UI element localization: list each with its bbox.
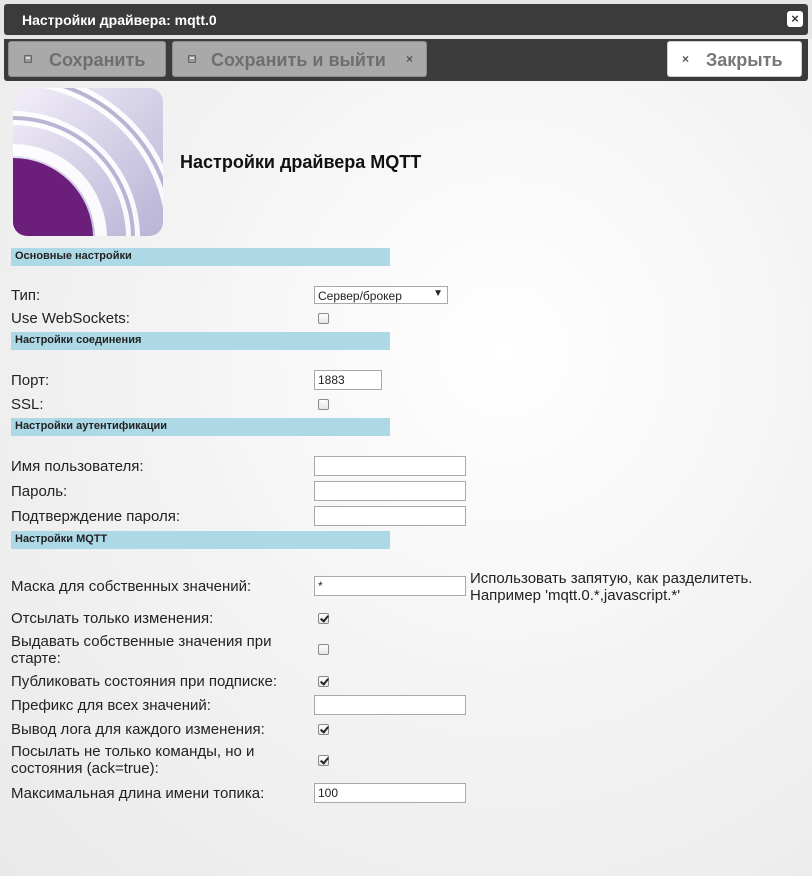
page-title: Настройки драйвера MQTT [180,152,422,172]
floppy-disk-icon [188,55,196,63]
prefix-input[interactable] [314,695,466,715]
only-changes-checkbox[interactable] [318,613,329,624]
close-icon: × [682,52,690,66]
section-mqtt-settings: Настройки MQTT [11,531,390,549]
window-title: Настройки драйвера: mqtt.0 [22,12,217,28]
section-auth-settings-title: Настройки аутентификации [15,420,168,432]
port-input[interactable] [314,370,382,390]
driver-settings-dialog: Настройки драйвера: mqtt.0 × Сохранить С… [0,0,812,876]
title-bar: Настройки драйвера: mqtt.0 × [0,0,812,39]
save-button-label: Сохранить [49,50,146,70]
password-confirm-label: Подтверждение пароля: [11,508,181,525]
chevron-down-icon: ▼ [433,288,443,299]
ssl-checkbox[interactable] [318,399,329,410]
section-connection-settings: Настройки соединения [11,332,390,350]
mask-input[interactable] [314,576,466,596]
port-label: Порт: [11,372,50,389]
mask-hint: Использовать запятую, как разделитеть. Н… [470,570,753,604]
password-label: Пароль: [11,483,68,500]
initial-values-label: Выдавать собственные значения при старте… [11,633,272,667]
section-connection-settings-title: Настройки соединения [15,334,142,346]
max-topic-length-label: Максимальная длина имени топика: [11,785,265,802]
username-input[interactable] [314,456,466,476]
title-bar-inner: Настройки драйвера: mqtt.0 × [4,4,808,35]
send-ack-states-checkbox[interactable] [318,755,329,766]
prefix-label: Префикс для всех значений: [11,697,211,714]
save-and-exit-button-label: Сохранить и выйти [211,50,386,70]
close-icon: × [406,52,414,66]
close-button-label: Закрыть [706,50,783,70]
send-ack-states-label: Посылать не только команды, но и состоян… [11,743,255,777]
toolbar: Сохранить Сохранить и выйти × × Закрыть [4,39,808,81]
initial-values-checkbox[interactable] [318,644,329,655]
publish-on-subscribe-checkbox[interactable] [318,676,329,687]
username-label: Имя пользователя: [11,458,144,475]
section-mqtt-settings-title: Настройки MQTT [15,533,108,545]
save-button[interactable]: Сохранить [8,41,166,77]
section-main-settings: Основные настройки [11,248,390,266]
type-select[interactable]: Сервер/брокер ▼ [314,286,448,304]
log-each-change-checkbox[interactable] [318,724,329,735]
websockets-label: Use WebSockets: [11,310,130,327]
floppy-disk-icon [24,55,32,63]
ssl-label: SSL: [11,396,44,413]
only-changes-label: Отсылать только изменения: [11,610,214,627]
mqtt-logo-icon [13,88,163,236]
save-and-exit-button[interactable]: Сохранить и выйти × [172,41,427,77]
close-button[interactable]: × Закрыть [667,41,802,77]
type-select-value: Сервер/брокер [318,289,402,303]
mask-label: Маска для собственных значений: [11,578,252,595]
log-each-change-label: Вывод лога для каждого изменения: [11,721,265,738]
type-label: Тип: [11,287,41,304]
max-topic-length-input[interactable] [314,783,466,803]
publish-on-subscribe-label: Публиковать состояния при подписке: [11,673,278,690]
section-auth-settings: Настройки аутентификации [11,418,390,436]
section-main-settings-title: Основные настройки [15,250,132,262]
websockets-checkbox[interactable] [318,313,329,324]
close-window-icon[interactable]: × [787,11,803,27]
password-confirm-input[interactable] [314,506,466,526]
password-input[interactable] [314,481,466,501]
